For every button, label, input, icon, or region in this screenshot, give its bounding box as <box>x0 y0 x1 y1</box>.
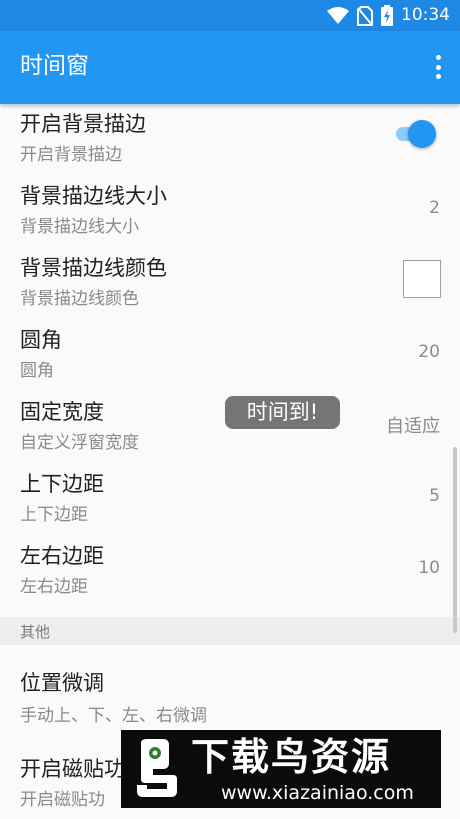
floating-time-window[interactable]: 时间到! <box>225 396 340 429</box>
pref-background-stroke-toggle[interactable]: 开启背景描边 开启背景描边 <box>0 104 460 174</box>
watermark-url: www.xiazainiao.com <box>221 782 414 804</box>
pref-title: 背景描边线颜色 <box>20 256 167 280</box>
settings-list: 开启背景描边 开启背景描边 背景描边线大小 背景描边线大小 2 背景描边线颜色 … <box>0 104 460 819</box>
scrollbar-thumb[interactable] <box>453 447 457 633</box>
overflow-menu-icon[interactable] <box>434 55 442 79</box>
color-swatch[interactable] <box>403 260 441 298</box>
pref-summary: 圆角 <box>20 361 54 381</box>
pref-horizontal-padding[interactable]: 左右边距 左右边距 10 <box>0 534 460 617</box>
pref-title: 开启磁贴功 <box>20 757 125 781</box>
wifi-icon <box>327 6 349 24</box>
pref-summary: 自定义浮窗宽度 <box>20 433 139 453</box>
pref-title: 固定宽度 <box>20 400 104 424</box>
app-title: 时间窗 <box>20 53 89 79</box>
pref-title: 开启背景描边 <box>20 112 146 136</box>
category-header: 其他 <box>0 617 460 645</box>
pref-value: 自适应 <box>386 416 440 437</box>
watermark-name: 下载鸟资源 <box>191 735 392 779</box>
pref-value: 10 <box>418 558 440 578</box>
pref-title: 上下边距 <box>20 472 104 496</box>
pref-summary: 上下边距 <box>20 505 88 525</box>
pref-value: 5 <box>429 486 440 506</box>
pref-summary: 开启背景描边 <box>20 145 122 165</box>
status-time: 10:34 <box>401 5 450 25</box>
pref-summary: 背景描边线颜色 <box>20 289 139 309</box>
pref-title: 圆角 <box>20 328 62 352</box>
status-icons: 10:34 <box>327 5 450 26</box>
battery-charging-icon <box>381 5 393 26</box>
stroke-switch[interactable] <box>396 119 438 149</box>
app-bar: 时间窗 <box>0 31 460 104</box>
no-sim-icon <box>357 5 373 26</box>
pref-title: 背景描边线大小 <box>20 184 167 208</box>
category-label: 其他 <box>20 623 51 641</box>
pref-summary: 左右边距 <box>20 577 88 597</box>
pref-summary: 背景描边线大小 <box>20 217 139 237</box>
pref-stroke-width[interactable]: 背景描边线大小 背景描边线大小 2 <box>0 174 460 246</box>
pref-stroke-color[interactable]: 背景描边线颜色 背景描边线颜色 <box>0 246 460 318</box>
pref-vertical-padding[interactable]: 上下边距 上下边距 5 <box>0 462 460 534</box>
pref-corner-radius[interactable]: 圆角 圆角 20 <box>0 318 460 390</box>
pref-position-adjust[interactable]: 位置微调 手动上、下、左、右微调 <box>0 645 460 733</box>
pref-summary: 开启磁贴功 <box>20 790 105 810</box>
pref-summary: 手动上、下、左、右微调 <box>20 706 207 726</box>
watermark-banner: 下载鸟资源 www.xiazainiao.com <box>121 730 441 808</box>
status-bar: 10:34 <box>0 0 460 31</box>
pref-value: 20 <box>418 342 440 362</box>
pref-value: 2 <box>429 198 440 218</box>
pref-title: 位置微调 <box>20 671 104 695</box>
bird-logo-icon <box>137 739 177 797</box>
pref-title: 左右边距 <box>20 544 104 568</box>
